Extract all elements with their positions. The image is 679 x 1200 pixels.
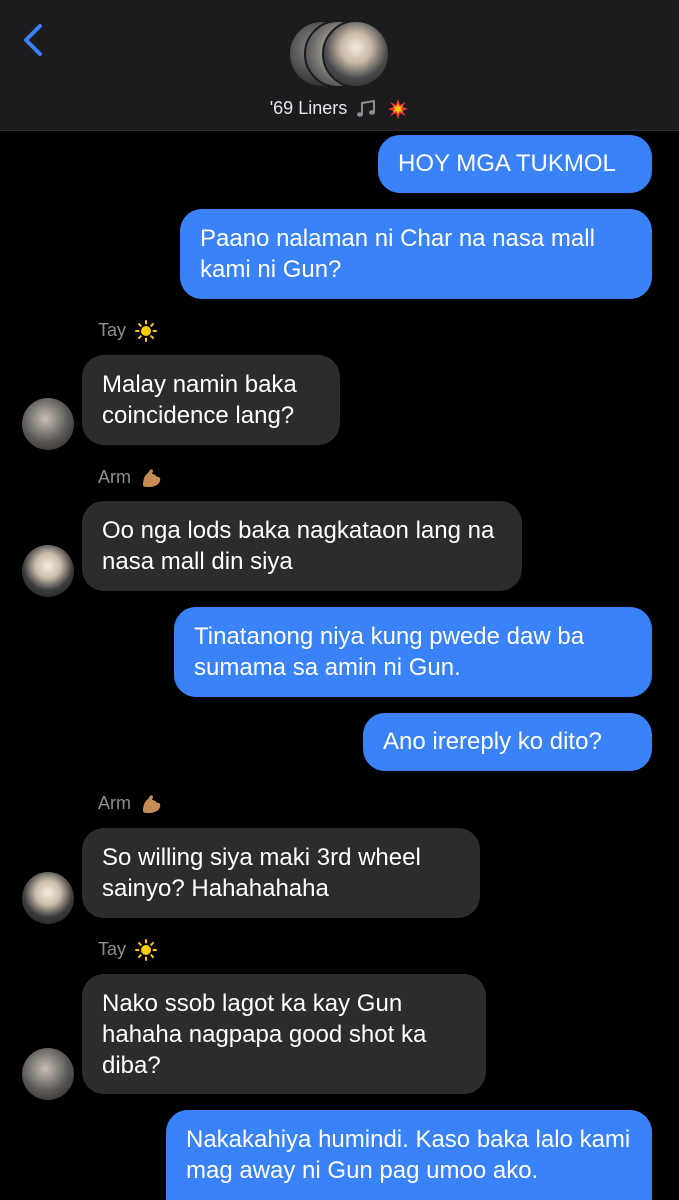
avatar-arm[interactable] (22, 545, 74, 597)
sun-icon (135, 320, 158, 343)
collision-icon (388, 99, 409, 120)
message-text: Ano irereply ko dito? (383, 728, 602, 755)
message-text: HOY MGA TUKMOL (398, 150, 616, 177)
flexed-biceps-icon (143, 469, 161, 488)
outgoing-message[interactable]: Tinatanong niya kung pwede daw ba sumama… (174, 607, 652, 697)
group-title[interactable]: '69 Liners (0, 98, 679, 120)
avatar-tay[interactable] (22, 1048, 74, 1100)
message-text: Oo nga lods baka nagkataon lang na nasa … (102, 517, 495, 575)
chat-header: '69 Liners (0, 0, 679, 131)
incoming-message[interactable]: Nako ssob lagot ka kay Gun hahaha nagpap… (82, 974, 486, 1094)
message-text: Nakakahiya humindi. Kaso baka lalo kami … (186, 1126, 631, 1184)
sun-icon (135, 939, 158, 962)
message-text: So willing siya maki 3rd wheel sainyo? H… (102, 844, 421, 902)
outgoing-message[interactable]: Paano nalaman ni Char na nasa mall kami … (180, 209, 652, 299)
message-text: Tinatanong niya kung pwede daw ba sumama… (194, 623, 585, 681)
incoming-message[interactable]: Malay namin baka coincidence lang? (82, 355, 340, 445)
sender-label: Tay (98, 939, 158, 962)
message-text: Malay namin baka coincidence lang? (102, 371, 297, 429)
sender-label: Arm (98, 467, 162, 489)
sender-name: Tay (98, 320, 127, 340)
avatar-arm[interactable] (22, 872, 74, 924)
message-text: Paano nalaman ni Char na nasa mall kami … (200, 225, 595, 283)
outgoing-message[interactable]: Nakakahiya humindi. Kaso baka lalo kami … (166, 1110, 652, 1200)
group-title-text: '69 Liners (269, 98, 348, 118)
incoming-message[interactable]: So willing siya maki 3rd wheel sainyo? H… (82, 828, 480, 918)
sender-name: Arm (98, 793, 131, 813)
message-text: Nako ssob lagot ka kay Gun hahaha nagpap… (102, 990, 427, 1079)
musical-notes-icon (357, 100, 376, 118)
sender-name: Tay (98, 939, 127, 959)
outgoing-message[interactable]: Ano irereply ko dito? (363, 713, 652, 771)
sender-name: Arm (98, 467, 131, 487)
flexed-biceps-icon (143, 795, 161, 814)
avatar-tay[interactable] (22, 398, 74, 450)
incoming-message[interactable]: Oo nga lods baka nagkataon lang na nasa … (82, 501, 522, 591)
group-avatar-stack[interactable] (288, 18, 392, 90)
sender-label: Arm (98, 793, 162, 815)
back-chevron-icon[interactable] (20, 22, 50, 58)
sender-label: Tay (98, 320, 158, 343)
outgoing-message[interactable]: HOY MGA TUKMOL (378, 135, 652, 193)
group-member-avatar (322, 20, 390, 88)
